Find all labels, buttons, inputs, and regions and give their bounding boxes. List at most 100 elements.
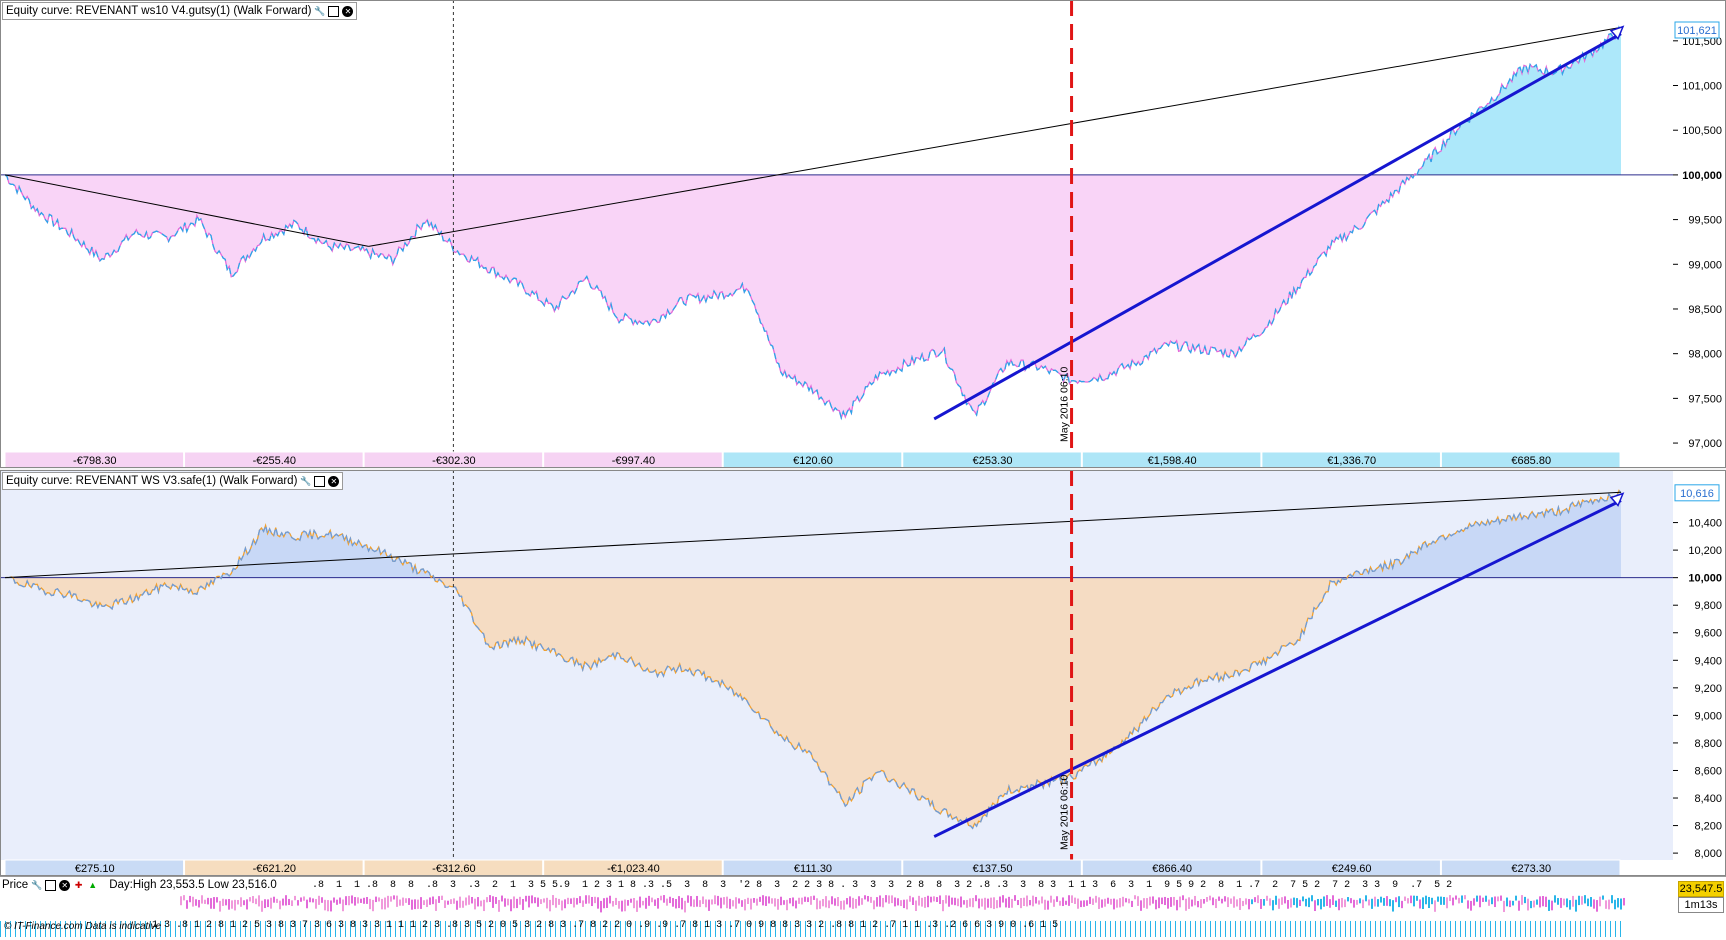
price-strip-bar: [783, 900, 785, 905]
upper-segment-label: €685.80: [1511, 455, 1551, 467]
lower-y-tick-label: 10,000: [1688, 573, 1722, 585]
price-strip-bar: [1176, 899, 1178, 911]
lower-panel-title: Equity curve: REVENANT WS V3.safe(1) (Wa…: [6, 475, 298, 487]
price-strip-bar: [546, 897, 548, 909]
price-strip-bar: [1278, 898, 1280, 909]
price-strip-bar: [378, 897, 380, 902]
price-strip-bar: [1287, 900, 1289, 909]
price-strip-bar: [264, 899, 266, 909]
price-strip-bar: [354, 897, 356, 906]
price-strip-bar: [987, 898, 989, 908]
price-strip-bar: [1500, 895, 1502, 901]
upper-value-badge: 101,621: [1677, 25, 1717, 37]
add-icon[interactable]: ✚: [73, 880, 84, 891]
price-strip-bar: [1044, 899, 1046, 910]
upper-y-tick-label: 98,500: [1688, 304, 1722, 316]
price-strip-bar: [780, 896, 782, 906]
price-strip-bar: [798, 897, 800, 904]
price-strip-bar: [417, 899, 419, 909]
wrench-icon[interactable]: 🔧: [300, 476, 311, 487]
price-strip-bar: [504, 898, 506, 907]
price-strip-bar: [1059, 900, 1061, 906]
lower-y-tick-label: 10,400: [1688, 518, 1722, 530]
wrench-icon[interactable]: 🔧: [31, 880, 42, 891]
price-strip-bar: [525, 895, 527, 902]
lower-equity-panel: Equity curve: REVENANT WS V3.safe(1) (Wa…: [0, 470, 1726, 876]
lower-y-tick-label: 9,600: [1694, 628, 1722, 640]
price-strip-bar: [1353, 899, 1355, 908]
price-strip-bar: [630, 898, 632, 903]
price-strip-bar: [1371, 898, 1373, 909]
price-strip-bar: [657, 898, 659, 909]
lower-y-tick-label: 9,400: [1694, 655, 1722, 667]
price-strip-bar: [1467, 900, 1469, 909]
price-strip-bar: [1449, 895, 1451, 902]
price-strip-bar: [180, 896, 182, 906]
current-price-badge: 23,547.5: [1678, 881, 1724, 897]
price-strip-bar: [1623, 897, 1625, 906]
price-strip-bar: [1092, 898, 1094, 905]
price-strip-bar: [258, 895, 260, 907]
price-strip-bar: [1599, 896, 1601, 907]
upper-segment-label: -€302.30: [432, 455, 475, 467]
price-strip-bar: [1035, 896, 1037, 904]
price-strip-lower-bar: [0, 921, 1, 937]
price-strip-bar: [1083, 900, 1085, 907]
price-strip-bar: [1614, 899, 1616, 910]
price-strip-bar: [693, 899, 695, 908]
price-strip-bar: [1068, 895, 1070, 906]
price-strip-bar: [1470, 900, 1472, 911]
upper-panel-title-bar[interactable]: Equity curve: REVENANT ws10 V4.gutsy(1) …: [2, 2, 358, 20]
window-icon[interactable]: [45, 879, 57, 891]
price-strip-bar: [807, 897, 809, 903]
close-icon[interactable]: ✕: [328, 475, 340, 487]
price-strip-bar: [774, 898, 776, 907]
lower-panel-title-bar[interactable]: Equity curve: REVENANT WS V3.safe(1) (Wa…: [2, 472, 344, 490]
price-strip-bar: [1569, 900, 1571, 910]
lower-equity-chart[interactable]: 8,000 8,200 8,400 8,600 8,800 9,000 9,200 9,400…: [0, 470, 1726, 876]
lower-segment-label: €275.10: [75, 863, 115, 875]
upper-equity-panel: Equity curve: REVENANT ws10 V4.gutsy(1) …: [0, 0, 1726, 468]
price-strip-bar: [1578, 895, 1580, 906]
close-icon[interactable]: ✕: [342, 5, 354, 17]
price-strip-bar: [1062, 897, 1064, 907]
lower-y-tick-label: 10,200: [1688, 545, 1722, 557]
price-strip-bar: [480, 900, 482, 907]
price-strip-bar: [372, 899, 374, 912]
price-strip-bar: [1368, 899, 1370, 906]
price-strip-bar: [747, 897, 749, 904]
price-strip-bar: [492, 896, 494, 908]
price-strip-bar: [957, 898, 959, 907]
price-strip-bar: [213, 897, 215, 909]
price-strip-bar: [501, 895, 503, 902]
price-strip-bar: [288, 898, 290, 906]
arrow-up-icon[interactable]: ▲: [87, 880, 98, 891]
price-strip-bar: [1251, 899, 1253, 905]
window-icon[interactable]: [328, 5, 340, 17]
price-strip-bar: [1191, 899, 1193, 907]
price-strip-bar: [1188, 897, 1190, 909]
price-strip-bar: [1032, 895, 1034, 907]
price-strip-bar: [1146, 898, 1148, 909]
wrench-icon[interactable]: 🔧: [314, 6, 325, 17]
price-strip-bar: [366, 897, 368, 904]
price-strip-bar: [1152, 896, 1154, 904]
price-strip-bar: [465, 897, 467, 906]
price-strip-bar: [1374, 896, 1376, 907]
price-strip-bar: [1122, 896, 1124, 907]
price-strip-bar: [741, 900, 743, 907]
price-strip-bar: [822, 899, 824, 907]
price-strip-bar: [1461, 895, 1463, 903]
price-strip-bar: [678, 896, 680, 909]
window-icon[interactable]: [314, 475, 326, 487]
close-icon[interactable]: ✕: [59, 879, 71, 891]
price-strip-bar: [597, 897, 599, 909]
price-strip-bar: [1284, 896, 1286, 904]
price-strip-bar: [1293, 897, 1295, 906]
price-strip-bar: [483, 899, 485, 912]
lower-segment-label: €249.60: [1332, 863, 1372, 875]
price-strip-bar: [1347, 897, 1349, 902]
price-strip-bar: [468, 895, 470, 905]
price-strip-bar: [1452, 897, 1454, 906]
upper-equity-chart[interactable]: 97,000 97,500 98,000 98,500 99,000 99,500 100,…: [0, 0, 1726, 468]
